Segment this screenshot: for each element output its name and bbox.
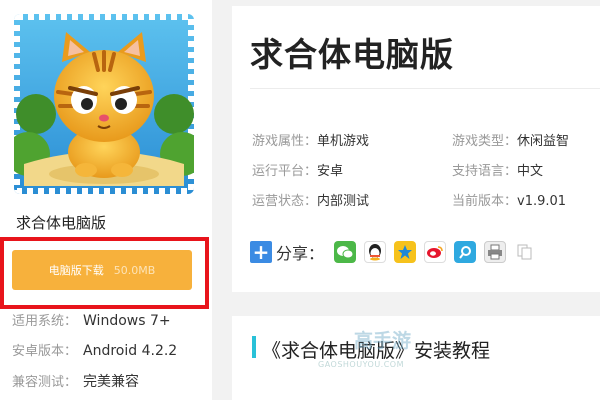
qzone-icon[interactable] — [394, 241, 417, 263]
attr-value: 安卓 — [317, 164, 344, 179]
game-icon[interactable] — [14, 14, 194, 194]
attr-value: 中文 — [517, 164, 544, 179]
section-accent-bar — [252, 336, 256, 358]
print-icon[interactable] — [484, 241, 507, 263]
attr-label: 支持语言： — [452, 164, 518, 179]
attr-game-property: 游戏属性：单机游戏 — [252, 130, 369, 149]
weibo-icon[interactable] — [424, 241, 447, 263]
attr-label: 游戏类型： — [452, 134, 518, 149]
download-size: 50.0MB — [113, 263, 156, 277]
attr-value: v1.9.01 — [517, 194, 567, 209]
section-title: 《求合体电脑版》安装教程 — [262, 340, 491, 362]
attr-language: 支持语言：中文 — [452, 160, 543, 179]
attr-game-type: 游戏类型：休闲益智 — [452, 130, 569, 149]
share-label: 分享： — [276, 244, 325, 263]
copy-icon[interactable] — [514, 241, 537, 263]
attr-value: 休闲益智 — [517, 134, 570, 149]
attr-value: 内部测试 — [317, 194, 370, 209]
spec-value: 完美兼容 — [83, 374, 140, 390]
spec-value: Windows 7+ — [83, 313, 171, 329]
spec-compatibility: 兼容测试： 完美兼容 — [12, 371, 139, 391]
page-title: 求合体电脑版 — [250, 35, 454, 74]
download-label: 电脑版下载 — [48, 264, 104, 277]
spec-label: 适用系统： — [12, 314, 78, 329]
attr-value: 单机游戏 — [317, 134, 370, 149]
pc-download-button[interactable]: 电脑版下载 50.0MB — [12, 250, 192, 290]
share-plus-icon[interactable]: + — [250, 241, 272, 263]
attr-status: 运营状态：内部测试 — [252, 190, 369, 209]
spec-label: 安卓版本： — [12, 344, 78, 359]
attr-version: 当前版本：v1.9.01 — [452, 190, 566, 209]
divider — [250, 88, 600, 89]
game-name: 求合体电脑版 — [16, 214, 107, 232]
qq-icon[interactable] — [364, 241, 387, 263]
share-bar: + 分享： — [250, 238, 544, 266]
spec-android-version: 安卓版本： Android 4.2.2 — [12, 340, 177, 359]
attr-label: 运行平台： — [252, 164, 318, 179]
spec-value: Android 4.2.2 — [83, 343, 178, 359]
attr-platform: 运行平台：安卓 — [252, 160, 343, 179]
spec-label: 兼容测试： — [12, 375, 78, 390]
attr-label: 当前版本： — [452, 194, 518, 209]
attr-label: 游戏属性： — [252, 134, 318, 149]
spec-system: 适用系统： Windows 7+ — [12, 310, 171, 329]
tencent-weibo-icon[interactable] — [454, 241, 477, 263]
wechat-icon[interactable] — [334, 241, 357, 263]
attr-label: 运营状态： — [252, 194, 318, 209]
